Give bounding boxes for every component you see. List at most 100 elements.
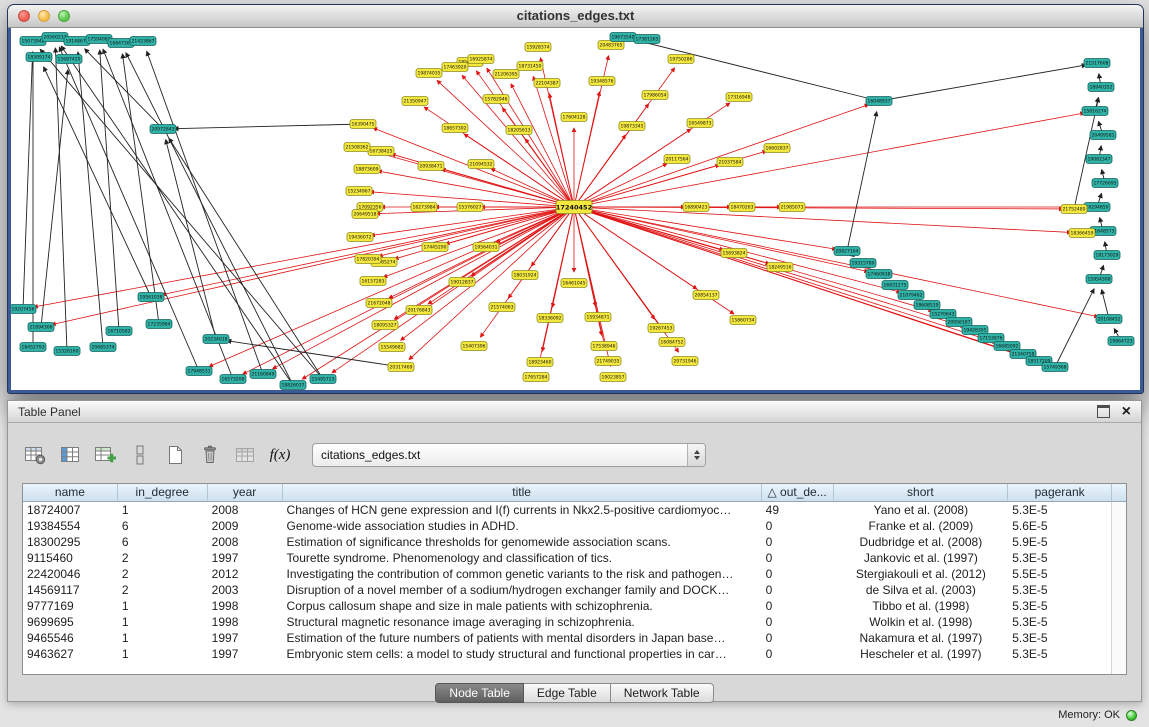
tab-edge-table[interactable]: Edge Table (524, 683, 611, 703)
network-node[interactable]: 18205613 (506, 126, 532, 135)
network-node[interactable]: 15693824 (721, 249, 747, 258)
column-header-pagerank[interactable]: pagerank (1008, 484, 1112, 502)
network-node[interactable]: 16710582 (106, 327, 132, 336)
network-node[interactable]: 17657284 (523, 373, 549, 382)
network-node[interactable]: 21037584 (717, 158, 743, 167)
network-node[interactable]: 17820394 (355, 255, 381, 264)
network-node[interactable]: 21423867 (130, 37, 156, 46)
network-node[interactable]: 20854137 (693, 291, 719, 300)
network-node[interactable]: 18336092 (537, 314, 563, 323)
network-node[interactable]: 19864723 (1108, 337, 1134, 346)
network-node[interactable]: 17726095 (1092, 179, 1118, 188)
network-node[interactable]: 19873345 (619, 122, 645, 131)
network-node[interactable]: 15687420 (56, 55, 82, 64)
show-columns-icon[interactable] (57, 442, 83, 468)
network-node[interactable]: 17986054 (642, 91, 668, 100)
network-node[interactable]: 21672048 (366, 299, 392, 308)
network-node[interactable]: 21985073 (779, 203, 805, 212)
column-header-short[interactable]: short (834, 484, 1009, 502)
network-node[interactable]: 15549682 (379, 343, 405, 352)
network-node[interactable]: 20409581 (1090, 131, 1116, 140)
network-node[interactable]: 18173029 (1094, 251, 1120, 260)
table-row[interactable]: 1938455462009Genome-wide association stu… (23, 518, 1112, 534)
network-node[interactable]: 20317469 (388, 363, 414, 372)
network-node[interactable]: 21206395 (493, 70, 519, 79)
network-canvas[interactable]: 1724045216461045180319241956403115376027… (11, 28, 1140, 390)
network-node[interactable]: 17235964 (146, 320, 172, 329)
network-node[interactable]: 22104387 (534, 79, 560, 88)
network-node[interactable]: 16048937 (866, 97, 892, 106)
network-node[interactable]: 18470263 (729, 203, 755, 212)
network-node[interactable]: 19750286 (668, 55, 694, 64)
network-node[interactable]: 20685374 (90, 343, 116, 352)
column-header-out_de[interactable]: △ out_de... (762, 484, 834, 502)
network-node[interactable]: 20117564 (664, 155, 690, 164)
table-row[interactable]: 969969511998Structural magnetic resonanc… (23, 614, 1112, 630)
network-node[interactable]: 15954308 (1086, 275, 1112, 284)
column-header-year[interactable]: year (208, 484, 283, 502)
network-node[interactable]: 16831275 (882, 281, 908, 290)
table-row[interactable]: 977716911998Corpus callosum shape and si… (23, 598, 1112, 614)
network-node[interactable]: 16390475 (350, 120, 376, 129)
network-node[interactable]: 19561038 (138, 293, 164, 302)
network-node[interactable]: 16602837 (764, 144, 790, 153)
row-height-icon[interactable] (127, 442, 153, 468)
network-node[interactable]: 21749035 (595, 357, 621, 366)
network-node[interactable]: 17460938 (866, 270, 892, 279)
network-window-titlebar[interactable]: citations_edges.txt (8, 5, 1143, 28)
network-node[interactable]: 15376027 (457, 203, 483, 212)
table-row[interactable]: 911546021997Tourette syndrome. Phenomeno… (23, 550, 1112, 566)
network-node[interactable]: 19315780 (850, 259, 876, 268)
tab-network-table[interactable]: Network Table (611, 683, 714, 703)
network-node[interactable]: 18731450 (517, 62, 543, 71)
network-node[interactable]: 21350947 (402, 97, 428, 106)
network-node[interactable]: 21517608 (1084, 59, 1110, 68)
network-node[interactable]: 15328160 (54, 347, 80, 356)
network-node[interactable]: 18657302 (442, 124, 468, 133)
network-node[interactable]: 16890423 (683, 203, 709, 212)
network-node[interactable]: 21094532 (468, 160, 494, 169)
network-node[interactable]: 20972843 (150, 125, 176, 134)
network-table-select[interactable]: citations_edges.txt (312, 443, 706, 467)
network-node[interactable]: 19874035 (416, 69, 442, 78)
network-node[interactable]: 20108452 (1096, 315, 1122, 324)
network-node[interactable]: 18452793 (20, 343, 46, 352)
network-node[interactable]: 19267453 (648, 324, 674, 333)
network-node[interactable]: 18095327 (372, 321, 398, 330)
network-node[interactable]: 18923460 (527, 358, 553, 367)
table-row[interactable]: 1872400712008Changes of HCN gene express… (23, 502, 1112, 518)
new-column-icon[interactable] (162, 442, 188, 468)
network-node[interactable]: 17381265 (634, 35, 660, 44)
delete-column-icon[interactable] (197, 442, 223, 468)
network-node[interactable]: 19348576 (589, 77, 615, 86)
network-node[interactable]: 20827164 (834, 247, 860, 256)
network-node[interactable]: 19436072 (347, 233, 373, 242)
table-row[interactable]: 2242004622012Investigating the contribut… (23, 566, 1112, 582)
network-node[interactable]: 17240452 (556, 201, 592, 214)
network-node[interactable]: 16461045 (561, 279, 587, 288)
function-builder-icon[interactable]: f(x) (267, 442, 293, 468)
network-node[interactable]: 18608519 (914, 301, 940, 310)
network-node[interactable]: 18249516 (767, 263, 793, 272)
table-scrollbar[interactable] (1111, 502, 1126, 674)
table-row[interactable]: 1830029562008Estimation of significance … (23, 534, 1112, 550)
column-header-name[interactable]: name (23, 484, 118, 502)
network-node[interactable]: 18873609 (354, 165, 380, 174)
network-node[interactable]: 16084752 (659, 338, 685, 347)
network-node[interactable]: 20731946 (672, 357, 698, 366)
network-node[interactable]: 21894306 (28, 323, 54, 332)
network-node[interactable]: 18826037 (280, 381, 306, 390)
table-settings-icon[interactable] (22, 442, 48, 468)
column-header-title[interactable]: title (283, 484, 762, 502)
network-node[interactable]: 21079462 (898, 291, 924, 300)
import-table-icon[interactable] (232, 442, 258, 468)
network-node[interactable]: 15782946 (483, 95, 509, 104)
network-node[interactable]: 18940352 (1088, 83, 1114, 92)
tab-node-table[interactable]: Node Table (435, 683, 524, 703)
network-node[interactable]: 21160849 (250, 370, 276, 379)
network-node[interactable]: 16573208 (220, 375, 246, 384)
network-node[interactable]: 20234018 (203, 335, 229, 344)
network-node[interactable]: 15934871 (585, 313, 611, 322)
table-row[interactable]: 946554611997Estimation of the future num… (23, 630, 1112, 646)
network-node[interactable]: 16549873 (687, 119, 713, 128)
